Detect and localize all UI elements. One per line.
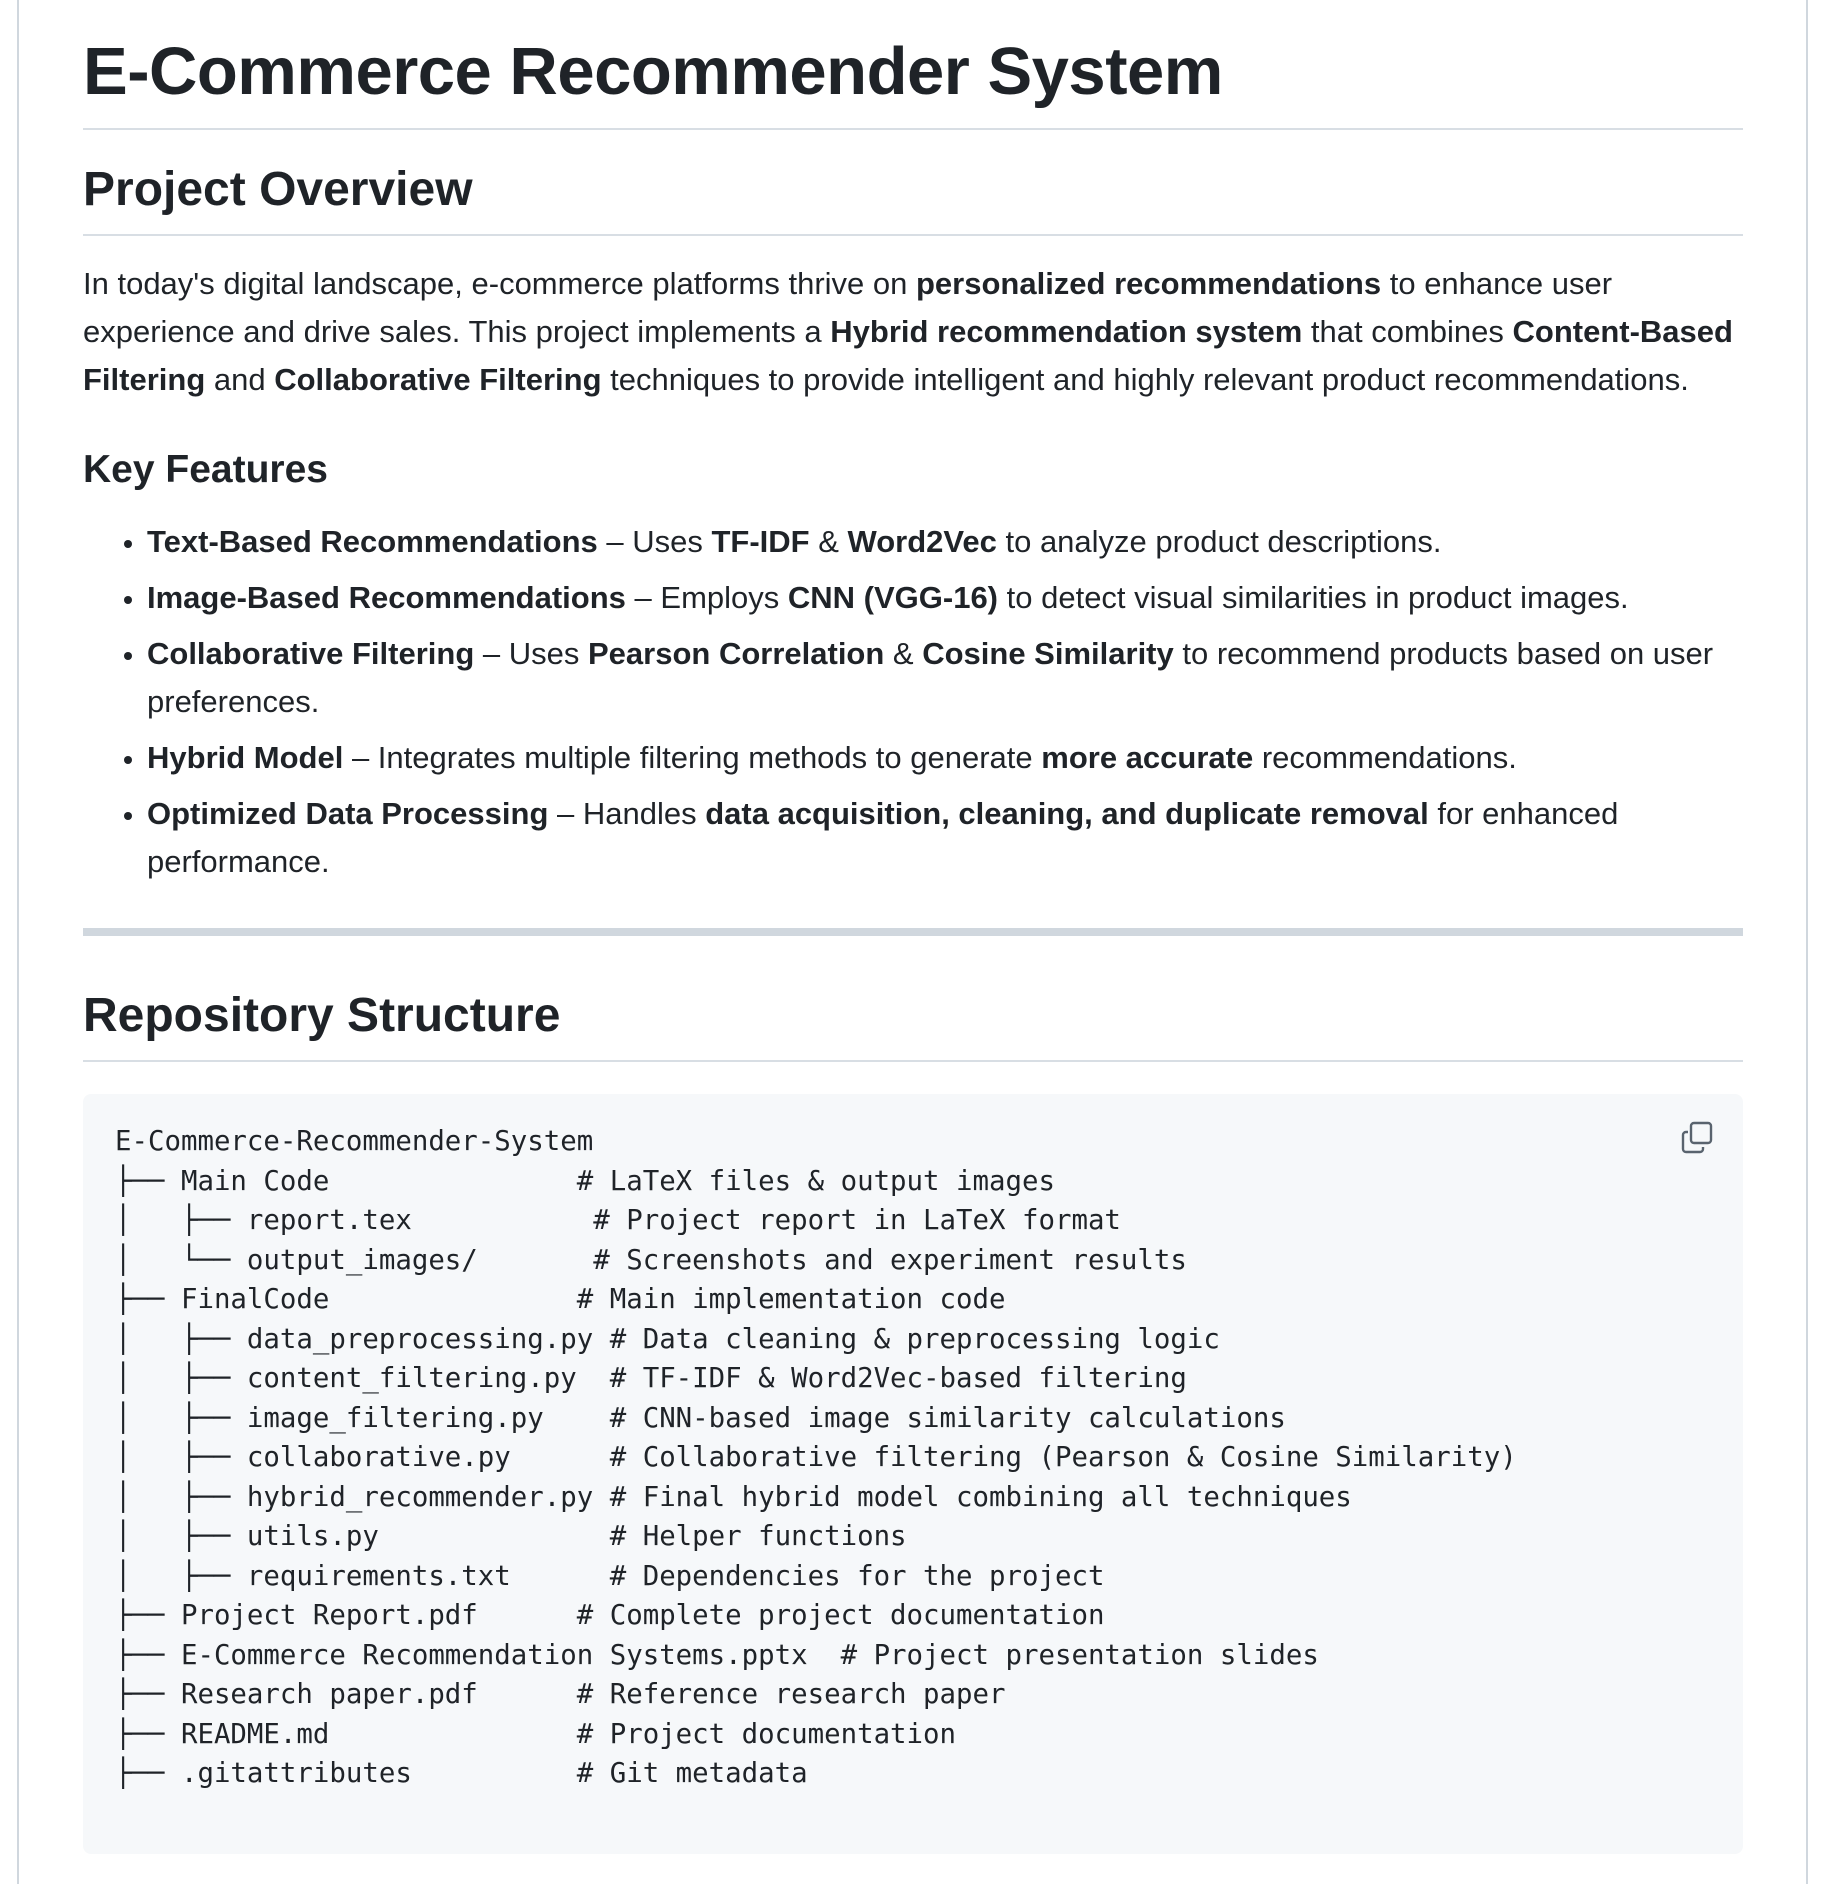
horizontal-rule	[83, 928, 1743, 936]
feature-item-collaborative: Collaborative Filtering – Uses Pearson C…	[147, 630, 1743, 726]
feature-item-hybrid: Hybrid Model – Integrates multiple filte…	[147, 734, 1743, 782]
copy-button[interactable]	[1679, 1120, 1715, 1156]
readme-content: E-Commerce Recommender System Project Ov…	[83, 0, 1743, 1854]
copy-icon	[1681, 1121, 1713, 1154]
overview-divider	[83, 234, 1743, 236]
features-list: Text-Based Recommendations – Uses TF-IDF…	[83, 518, 1743, 886]
code-block[interactable]: E-Commerce-Recommender-System ├── Main C…	[83, 1094, 1743, 1854]
title-divider	[83, 128, 1743, 130]
section-heading-key-features: Key Features	[83, 448, 328, 491]
feature-item-text-based: Text-Based Recommendations – Uses TF-IDF…	[147, 518, 1743, 566]
repository-tree-code[interactable]: E-Commerce-Recommender-System ├── Main C…	[115, 1122, 1711, 1794]
section-heading-overview: Project Overview	[83, 163, 473, 216]
feature-item-data-processing: Optimized Data Processing – Handles data…	[147, 790, 1743, 886]
feature-item-image-based: Image-Based Recommendations – Employs CN…	[147, 574, 1743, 622]
section-heading-repository-structure: Repository Structure	[83, 989, 561, 1042]
overview-paragraph: In today's digital landscape, e-commerce…	[83, 266, 1733, 397]
page-title: E-Commerce Recommender System	[83, 34, 1223, 109]
structure-divider	[83, 1060, 1743, 1062]
